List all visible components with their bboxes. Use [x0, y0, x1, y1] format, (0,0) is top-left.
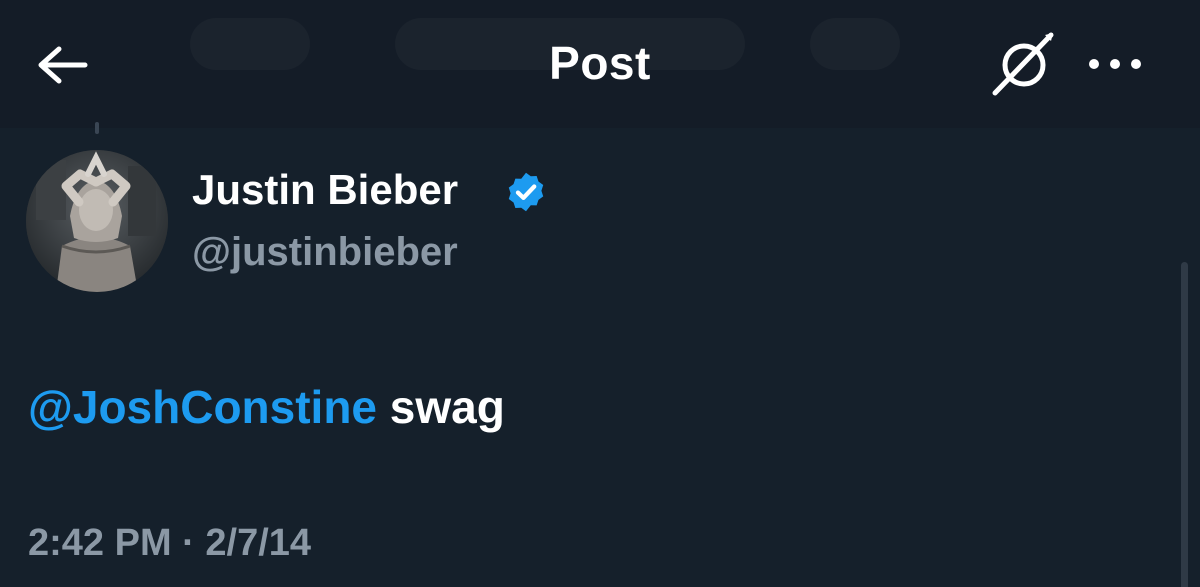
more-horizontal-icon — [1089, 59, 1141, 69]
post-time: 2:42 PM — [28, 522, 172, 564]
avatar[interactable] — [26, 150, 168, 292]
mention-link[interactable]: @JoshConstine — [28, 381, 377, 433]
post-text: @JoshConstine swag — [28, 380, 505, 434]
author-display-name[interactable]: Justin Bieber — [192, 166, 458, 214]
post-body-text: swag — [377, 381, 505, 433]
post-timestamp[interactable]: 2:42 PM · 2/7/14 — [28, 522, 311, 565]
thread-connector-line — [95, 122, 99, 134]
grok-button[interactable] — [984, 28, 1064, 100]
scrollbar[interactable] — [1181, 262, 1188, 587]
author-handle[interactable]: @justinbieber — [192, 230, 458, 275]
verified-badge-icon — [508, 172, 544, 212]
profile-photo — [26, 150, 168, 292]
post-date: 2/7/14 — [205, 522, 312, 564]
timestamp-separator: · — [171, 522, 206, 564]
more-options-button[interactable] — [1080, 40, 1150, 88]
grok-slash-icon — [992, 32, 1054, 96]
